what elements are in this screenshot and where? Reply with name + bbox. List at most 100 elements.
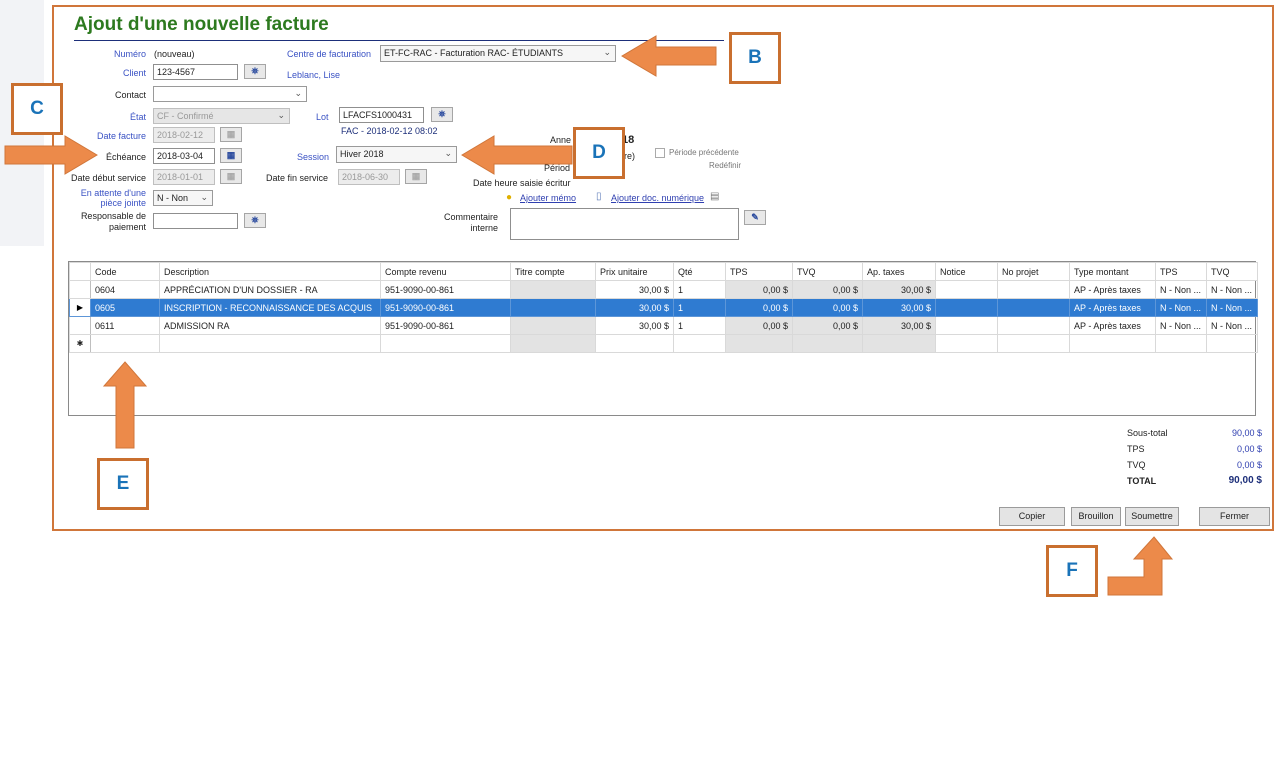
cell-empty[interactable] [159,334,381,353]
cell-tvq2[interactable]: N - Non ... [1206,316,1258,335]
cell-tps[interactable]: 0,00 $ [725,316,793,335]
table-row-selected[interactable]: ▶ 0605 INSCRIPTION - RECONNAISSANCE DES … [69,298,1258,317]
cell-empty[interactable] [1155,334,1207,353]
cell-qte[interactable]: 1 [673,298,726,317]
cell-qte[interactable]: 1 [673,316,726,335]
contact-select[interactable]: ⌄ [153,86,307,102]
edit-comment-icon[interactable]: ✎ [744,210,766,225]
cell-prix[interactable]: 30,00 $ [595,280,674,299]
cell-projet[interactable] [997,316,1070,335]
cell-tvq[interactable]: 0,00 $ [792,298,863,317]
cell-titre[interactable] [510,280,596,299]
table-row[interactable]: 0604 APPRÉCIATION D'UN DOSSIER - RA 951-… [69,280,1258,299]
column-header[interactable]: Titre compte [510,262,596,281]
row-header[interactable] [69,316,91,335]
column-header[interactable]: Compte revenu [380,262,511,281]
ajouter-doc-link[interactable]: Ajouter doc. numérique [611,193,704,203]
cell-tvq2[interactable]: N - Non ... [1206,280,1258,299]
cell-type[interactable]: AP - Après taxes [1069,316,1156,335]
cell-prix[interactable]: 30,00 $ [595,316,674,335]
cell-projet[interactable] [997,280,1070,299]
copier-button[interactable]: Copier [999,507,1065,526]
column-header[interactable]: TVQ [792,262,863,281]
cell-empty[interactable] [1069,334,1156,353]
column-header[interactable]: No projet [997,262,1070,281]
calendar-icon[interactable]: ▦ [405,169,427,184]
cell-empty[interactable] [792,334,863,353]
date-fin-input[interactable]: 2018-06-30 [338,169,400,185]
cell-ap[interactable]: 30,00 $ [862,316,936,335]
cell-notice[interactable] [935,280,998,299]
client-input[interactable]: 123-4567 [153,64,238,80]
cell-empty[interactable] [997,334,1070,353]
row-header[interactable] [69,280,91,299]
ajouter-memo-link[interactable]: Ajouter mémo [520,193,576,203]
cell-notice[interactable] [935,298,998,317]
column-header[interactable]: Description [159,262,381,281]
date-debut-input[interactable]: 2018-01-01 [153,169,215,185]
cell-empty[interactable] [725,334,793,353]
calendar-icon[interactable]: ▦ [220,127,242,142]
cell-empty[interactable] [595,334,674,353]
column-header[interactable]: Ap. taxes [862,262,936,281]
session-select[interactable]: Hiver 2018 ⌄ [336,146,457,163]
brouillon-button[interactable]: Brouillon [1071,507,1121,526]
cell-type[interactable]: AP - Après taxes [1069,298,1156,317]
cell-type[interactable]: AP - Après taxes [1069,280,1156,299]
cell-tvq[interactable]: 0,00 $ [792,280,863,299]
cell-tps[interactable]: 0,00 $ [725,298,793,317]
calendar-icon[interactable]: ▦ [220,169,242,184]
selected-row-marker[interactable]: ▶ [69,298,91,317]
soumettre-button[interactable]: Soumettre [1125,507,1179,526]
cell-description[interactable]: INSCRIPTION - RECONNAISSANCE DES ACQUIS [159,298,381,317]
cell-empty[interactable] [380,334,511,353]
cell-prix[interactable]: 30,00 $ [595,298,674,317]
cell-description[interactable]: APPRÉCIATION D'UN DOSSIER - RA [159,280,381,299]
cell-compte[interactable]: 951-9090-00-861 [380,316,511,335]
cell-titre[interactable] [510,316,596,335]
fermer-button[interactable]: Fermer [1199,507,1270,526]
cell-ap[interactable]: 30,00 $ [862,280,936,299]
cell-description[interactable]: ADMISSION RA [159,316,381,335]
cell-projet[interactable] [997,298,1070,317]
cell-tvq[interactable]: 0,00 $ [792,316,863,335]
binoculars-icon[interactable]: ⛯ [244,213,266,228]
new-row-marker[interactable]: ✱ [69,334,91,353]
cell-compte[interactable]: 951-9090-00-861 [380,298,511,317]
cell-empty[interactable] [90,334,160,353]
periode-precedente-checkbox[interactable] [655,148,665,158]
cell-qte[interactable]: 1 [673,280,726,299]
date-facture-input[interactable]: 2018-02-12 [153,127,215,143]
cell-empty[interactable] [673,334,726,353]
cell-tps2[interactable]: N - Non ... [1155,280,1207,299]
cell-notice[interactable] [935,316,998,335]
column-header[interactable]: TPS [1155,262,1207,281]
cell-compte[interactable]: 951-9090-00-861 [380,280,511,299]
column-header[interactable]: Notice [935,262,998,281]
echeance-input[interactable]: 2018-03-04 [153,148,215,164]
column-header[interactable]: Code [90,262,160,281]
binoculars-icon[interactable]: ⛯ [431,107,453,122]
cell-empty[interactable] [935,334,998,353]
scanner-icon[interactable]: ▤ [710,191,719,202]
column-header[interactable]: TVQ [1206,262,1258,281]
cell-tps2[interactable]: N - Non ... [1155,316,1207,335]
responsable-input[interactable] [153,213,238,229]
column-header[interactable]: Type montant [1069,262,1156,281]
cell-code[interactable]: 0604 [90,280,160,299]
binoculars-icon[interactable]: ⛯ [244,64,266,79]
cell-tps2[interactable]: N - Non ... [1155,298,1207,317]
new-row[interactable]: ✱ [69,334,1258,353]
etat-select[interactable]: CF - Confirmé ⌄ [153,108,290,124]
cell-tps[interactable]: 0,00 $ [725,280,793,299]
cell-empty[interactable] [1206,334,1258,353]
table-row[interactable]: 0611 ADMISSION RA 951-9090-00-861 30,00 … [69,316,1258,335]
en-attente-select[interactable]: N - Non ⌄ [153,190,213,206]
column-header[interactable]: Prix unitaire [595,262,674,281]
cell-titre[interactable] [510,298,596,317]
cell-code[interactable]: 0611 [90,316,160,335]
cell-tvq2[interactable]: N - Non ... [1206,298,1258,317]
commentaire-textarea[interactable] [510,208,739,240]
column-header[interactable]: TPS [725,262,793,281]
cell-code[interactable]: 0605 [90,298,160,317]
